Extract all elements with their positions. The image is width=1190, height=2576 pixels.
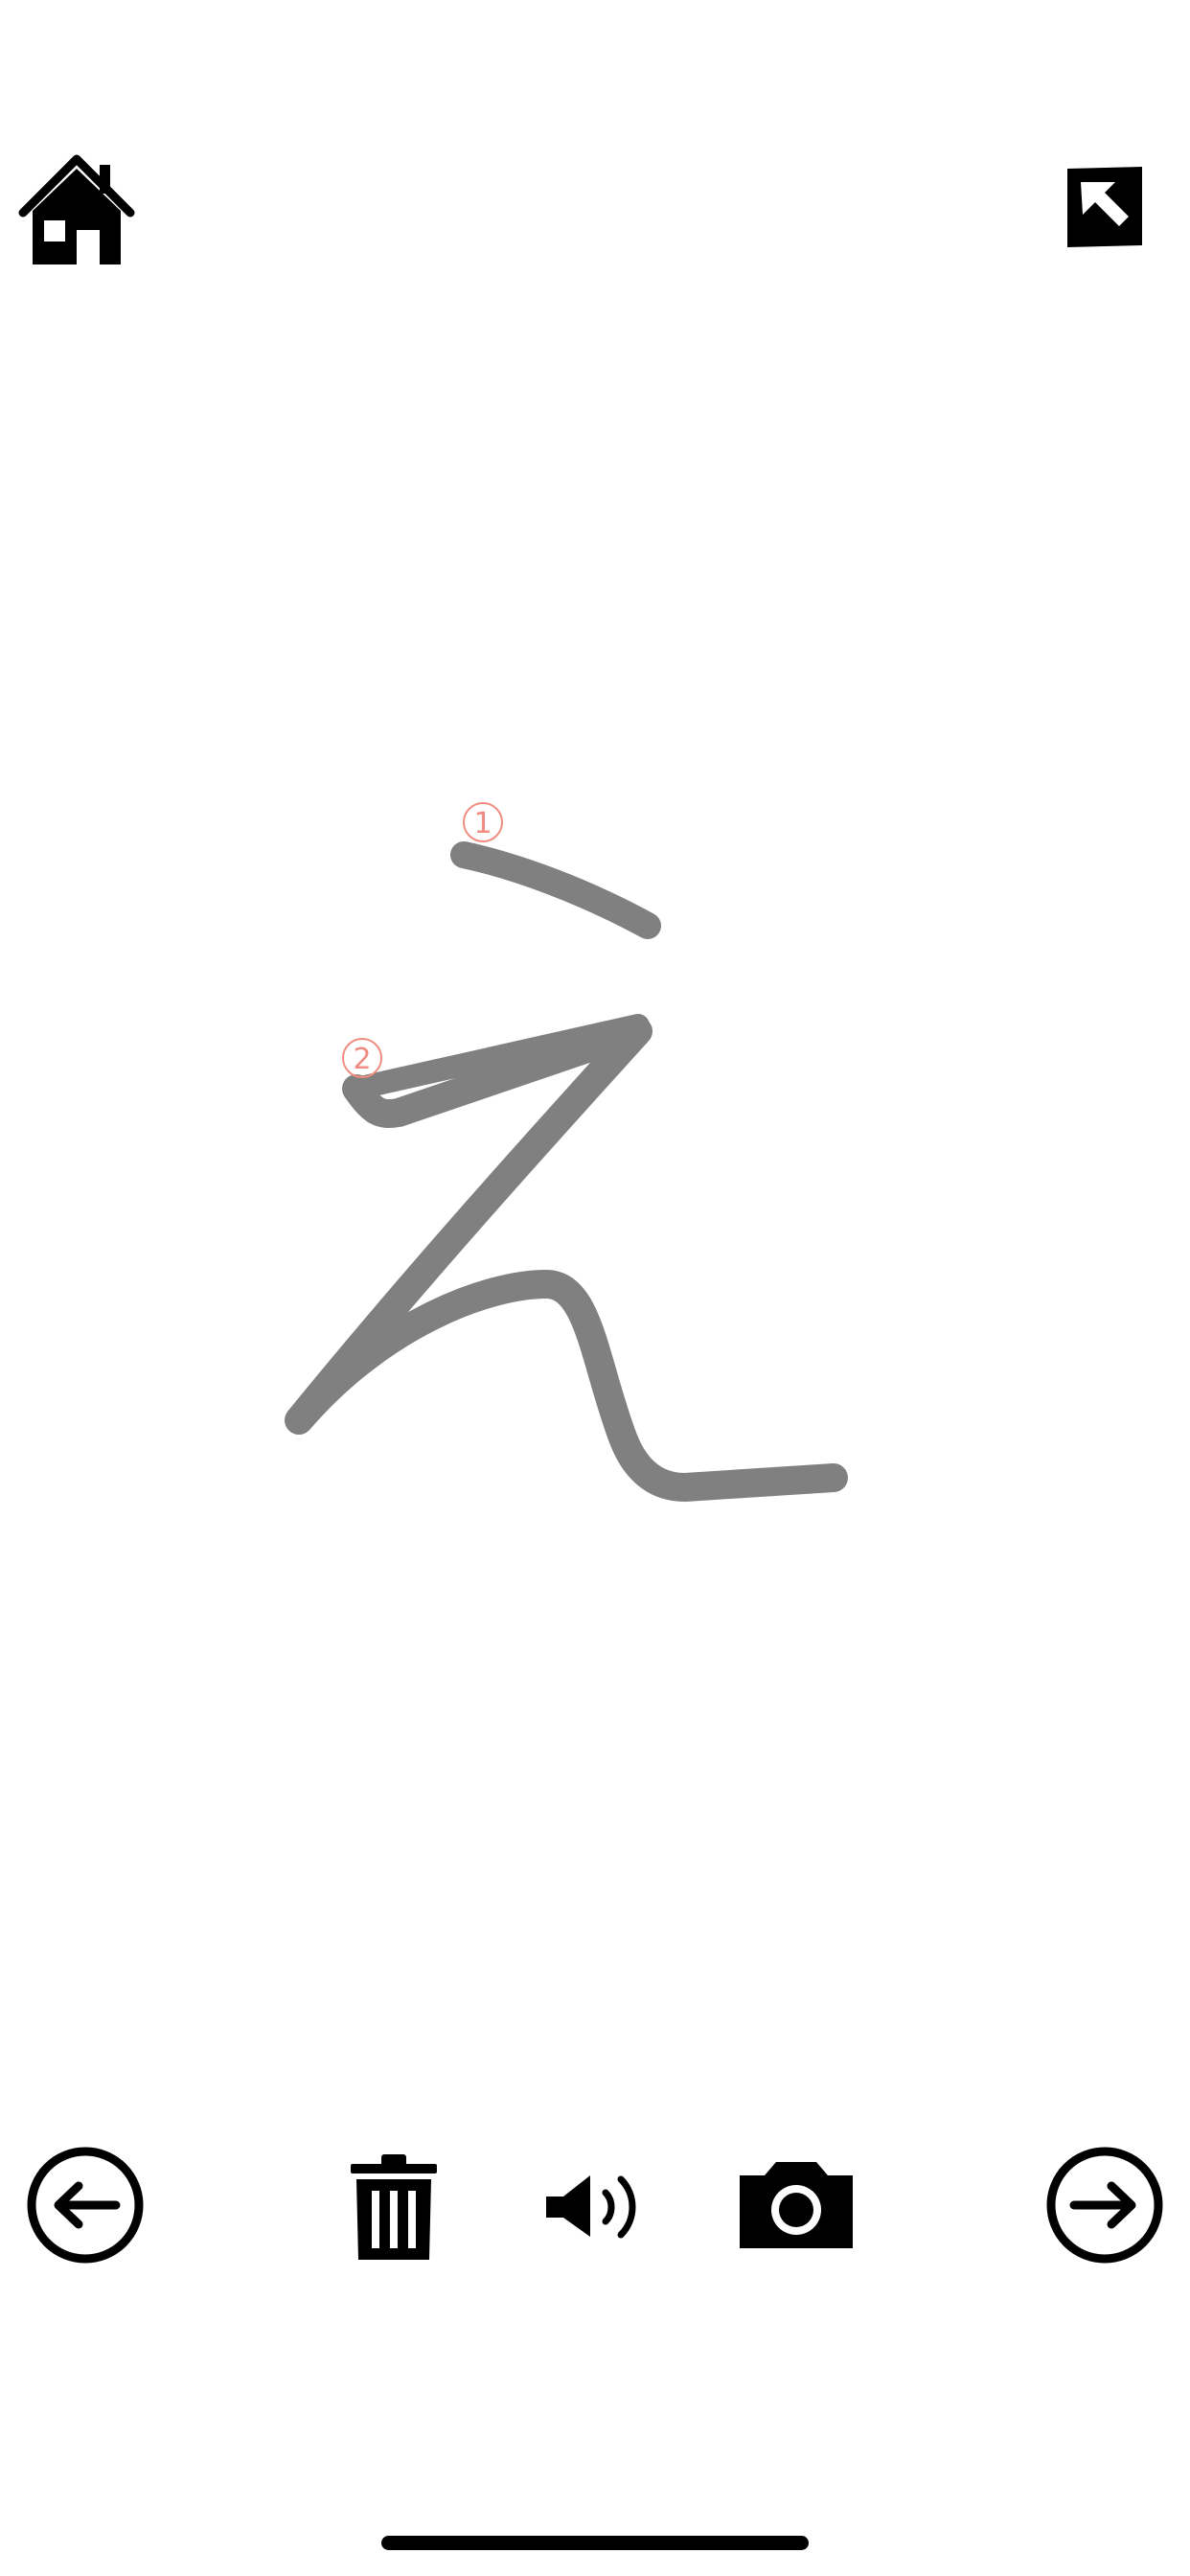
home-button[interactable] — [17, 151, 138, 268]
play-sound-button[interactable] — [544, 2164, 646, 2248]
expand-button[interactable] — [1062, 163, 1148, 251]
screen: 1 2 — [0, 0, 1190, 2576]
arrow-right-circle-icon — [1046, 2147, 1163, 2264]
trash-icon — [351, 2154, 437, 2260]
character-strokes — [285, 841, 848, 1502]
svg-text:2: 2 — [353, 1043, 371, 1076]
camera-icon — [740, 2162, 853, 2248]
stroke-number-2: 2 — [342, 1038, 382, 1078]
clear-button[interactable] — [349, 2152, 439, 2260]
arrow-left-circle-icon — [27, 2147, 144, 2264]
next-button[interactable] — [1044, 2145, 1165, 2266]
svg-text:1: 1 — [473, 807, 492, 840]
stroke-1 — [450, 841, 661, 939]
speaker-icon — [546, 2175, 636, 2239]
stroke-2 — [285, 1017, 848, 1502]
drawing-canvas[interactable]: 1 2 — [0, 748, 1190, 1552]
expand-arrow-icon — [1067, 167, 1142, 247]
home-indicator[interactable] — [381, 2536, 809, 2550]
stroke-number-1: 1 — [463, 802, 503, 842]
camera-button[interactable] — [736, 2156, 857, 2252]
previous-button[interactable] — [25, 2145, 146, 2266]
home-icon — [18, 154, 135, 264]
